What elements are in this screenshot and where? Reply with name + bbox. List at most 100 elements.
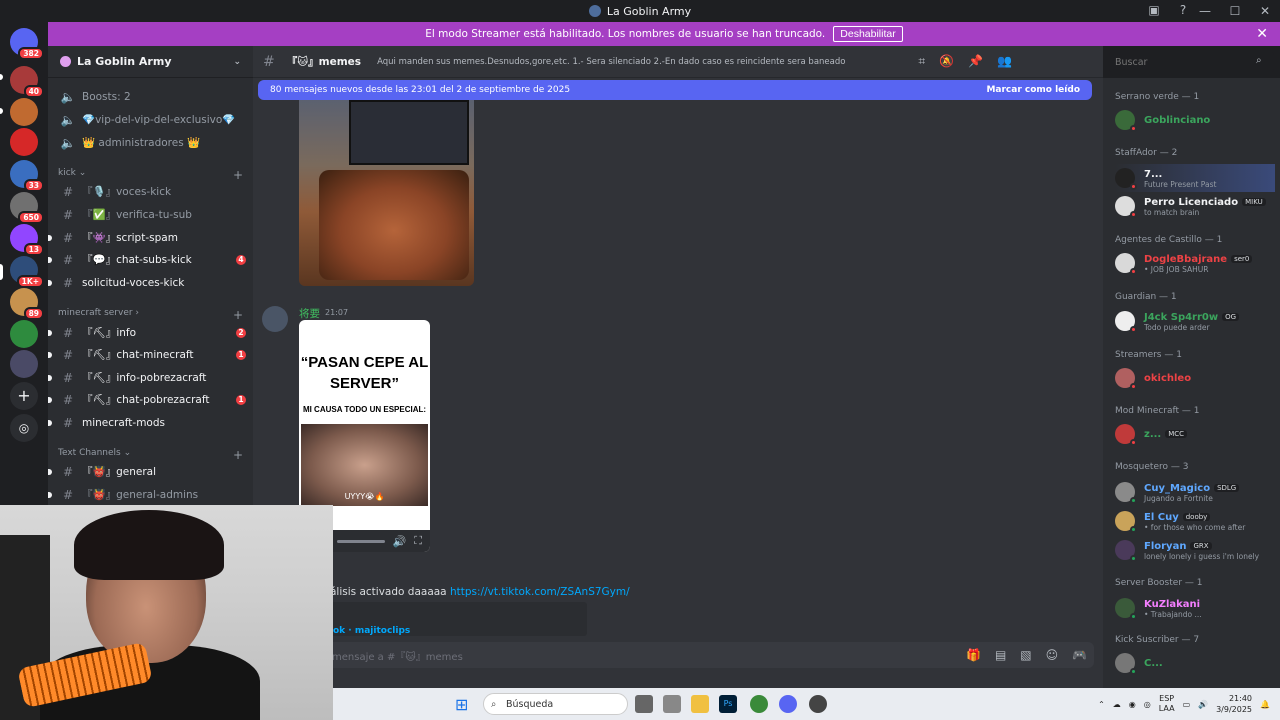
volume-icon[interactable]: 🔊 bbox=[1198, 700, 1208, 709]
channel-vip[interactable]: 🔈 💎vip-del-vip-del-exclusivo💎 bbox=[56, 109, 246, 130]
member-item[interactable]: Perro Licenciado MIKU to match brain bbox=[1115, 192, 1275, 220]
close-window-icon[interactable]: ✕ bbox=[1250, 4, 1280, 18]
pin-icon[interactable]: 📌 bbox=[968, 54, 983, 69]
channel-admins[interactable]: 🔈 👑 administradores 👑 bbox=[56, 132, 246, 153]
disable-streamer-button[interactable]: Deshabilitar bbox=[833, 26, 903, 42]
message-link[interactable]: https://vt.tiktok.com/ZSAnS7Gym/ bbox=[450, 586, 630, 598]
add-server-icon[interactable]: + bbox=[10, 382, 38, 410]
search-input[interactable] bbox=[1109, 52, 1274, 72]
twitch-server-icon[interactable]: 13 bbox=[10, 224, 44, 256]
server-icon[interactable]: 33 bbox=[10, 160, 44, 192]
activities-icon[interactable]: 🎮 bbox=[1072, 648, 1087, 662]
steam-icon[interactable]: ◎ bbox=[1144, 700, 1151, 709]
cloud-icon[interactable]: ☁ bbox=[1113, 700, 1121, 709]
discover-icon[interactable]: ◎ bbox=[10, 414, 38, 442]
member-item[interactable]: Cuy_Magico SDLG Jugando a Fortnite bbox=[1115, 478, 1275, 506]
member-list-icon[interactable]: 👥 bbox=[997, 54, 1012, 69]
server-icon[interactable] bbox=[10, 350, 38, 378]
server-icon[interactable] bbox=[10, 98, 38, 126]
volume-slider[interactable] bbox=[336, 539, 385, 543]
channel-chat-subs-kick[interactable]: # 『💬』chat-subs-kick 4 bbox=[48, 249, 246, 270]
channel-boosts[interactable]: 🔈 Boosts: 2 bbox=[56, 86, 246, 107]
file-explorer-icon[interactable] bbox=[691, 695, 709, 713]
category-text-channels[interactable]: Text Channels ⌄ + bbox=[58, 448, 243, 462]
mention-badge: 1 bbox=[236, 349, 246, 360]
discord-icon[interactable] bbox=[779, 695, 797, 713]
hash-icon: # bbox=[62, 252, 74, 267]
member-item[interactable]: 7... Future Present Past bbox=[1115, 164, 1275, 192]
server-icon[interactable] bbox=[10, 128, 38, 156]
member-item[interactable]: z... MCC bbox=[1115, 420, 1275, 448]
maximize-icon[interactable]: ☐ bbox=[1220, 4, 1250, 18]
new-messages-text: 80 mensajes nuevos desde las 23:01 del 2… bbox=[270, 85, 571, 95]
mute-bell-icon[interactable]: 🔕 bbox=[939, 54, 954, 69]
server-icon[interactable]: 1K+ bbox=[10, 256, 44, 288]
channel-info[interactable]: # 『⛏』info 2 bbox=[48, 322, 246, 343]
member-item[interactable]: Goblinciano bbox=[1115, 106, 1275, 134]
threads-icon[interactable]: ⌗ bbox=[918, 54, 925, 69]
server-icon[interactable]: 650 bbox=[10, 192, 44, 224]
channel-chat-minecraft[interactable]: # 『⛏』chat-minecraft 1 bbox=[48, 344, 246, 365]
channel-script-spam[interactable]: # 『👾』script-spam bbox=[48, 227, 246, 248]
channel-info-pobrezacraft[interactable]: # 『⛏』info-pobrezacraft bbox=[48, 367, 246, 388]
hash-icon: # bbox=[62, 184, 74, 199]
emoji-icon[interactable]: ☺ bbox=[1046, 648, 1059, 662]
security-icon[interactable]: ◉ bbox=[1129, 700, 1136, 709]
chrome-icon[interactable] bbox=[750, 695, 768, 713]
fullscreen-icon[interactable]: ⛶ bbox=[414, 534, 422, 548]
channel-verifica-tu-sub[interactable]: # 『✅』verifica-tu-sub bbox=[56, 204, 246, 225]
channel-minecraft-mods[interactable]: # minecraft-mods bbox=[48, 412, 246, 433]
channel-chat-pobrezacraft[interactable]: # 『⛏』chat-pobrezacraft 1 bbox=[48, 389, 246, 410]
member-item[interactable]: Floryan GRX lonely lonely i guess i'm lone… bbox=[1115, 536, 1275, 564]
embed-provider[interactable]: ok · majitoclips bbox=[333, 626, 410, 636]
channel-topic[interactable]: Aqui manden sus memes.Desnudos,gore,etc.… bbox=[377, 57, 845, 67]
category-kick[interactable]: kick ⌄ + bbox=[58, 168, 243, 182]
avatar[interactable] bbox=[262, 306, 288, 332]
chevron-up-icon[interactable]: ⌃ bbox=[1098, 700, 1105, 709]
server-icon[interactable] bbox=[10, 320, 38, 348]
add-channel-icon[interactable]: + bbox=[233, 168, 243, 182]
chevron-down-icon[interactable]: ⌄ bbox=[233, 57, 241, 67]
network-icon[interactable]: ▭ bbox=[1183, 700, 1191, 709]
task-view-icon[interactable] bbox=[635, 695, 653, 713]
gift-icon[interactable]: 🎁 bbox=[966, 648, 981, 662]
hash-icon: # bbox=[62, 207, 74, 222]
minimize-icon[interactable]: — bbox=[1190, 4, 1220, 18]
message-image[interactable] bbox=[299, 100, 474, 286]
server-icon[interactable]: 89 bbox=[10, 288, 44, 320]
app-icon[interactable] bbox=[663, 695, 681, 713]
member-item[interactable]: DogleBbajrane ser0 • JOB JOB SAHUR bbox=[1115, 249, 1275, 277]
sticker-icon[interactable]: ▧ bbox=[1020, 648, 1031, 662]
language-indicator[interactable]: ESP LAA bbox=[1159, 694, 1175, 714]
notification-icon[interactable]: 🔔 bbox=[1260, 700, 1270, 709]
add-channel-icon[interactable]: + bbox=[233, 448, 243, 462]
channel-general[interactable]: # 『👹』general bbox=[48, 461, 246, 482]
clock[interactable]: 21:40 3/9/2025 bbox=[1216, 693, 1252, 715]
channel-voces-kick[interactable]: # 『🎙️』voces-kick bbox=[56, 181, 246, 202]
member-item[interactable]: okichleo bbox=[1115, 364, 1275, 392]
member-item[interactable]: J4ck Sp4rr0w OG Todo puede arder bbox=[1115, 307, 1275, 335]
photoshop-icon[interactable]: Ps bbox=[719, 695, 737, 713]
server-icon[interactable]: 40 bbox=[10, 66, 44, 98]
windows-start-icon[interactable]: ⊞ bbox=[455, 695, 468, 714]
volume-icon[interactable]: 🔊 bbox=[393, 535, 407, 548]
guild-header[interactable]: La Goblin Army ⌄ bbox=[48, 46, 253, 78]
channel-general-admins[interactable]: # 『👹』general-admins bbox=[48, 484, 246, 505]
close-banner-icon[interactable]: ✕ bbox=[1256, 26, 1268, 42]
taskbar-search[interactable]: ⌕ Búsqueda bbox=[483, 693, 628, 715]
inbox-icon[interactable]: ▣ bbox=[1146, 3, 1162, 19]
new-messages-bar[interactable]: 80 mensajes nuevos desde las 23:01 del 2… bbox=[258, 80, 1092, 100]
channel-solicitud-voces-kick[interactable]: # solicitud-voces-kick bbox=[48, 272, 246, 293]
speaker-icon: 🔈 bbox=[60, 112, 76, 127]
add-channel-icon[interactable]: + bbox=[233, 308, 243, 322]
mark-as-read-button[interactable]: Marcar como leído bbox=[986, 85, 1080, 95]
message-author[interactable]: 将要 bbox=[299, 306, 320, 321]
obs-icon[interactable] bbox=[809, 695, 827, 713]
category-minecraft[interactable]: minecraft server › + bbox=[58, 308, 243, 322]
member-item[interactable]: KuZlakani • Trabajando ... bbox=[1115, 594, 1275, 622]
help-icon[interactable]: ? bbox=[1175, 3, 1191, 19]
home-icon[interactable]: 382 bbox=[10, 28, 44, 60]
member-item[interactable]: C... bbox=[1115, 649, 1275, 677]
gif-icon[interactable]: ▤ bbox=[995, 648, 1006, 662]
member-item[interactable]: El Cuy dooby • for those who come after bbox=[1115, 507, 1275, 535]
